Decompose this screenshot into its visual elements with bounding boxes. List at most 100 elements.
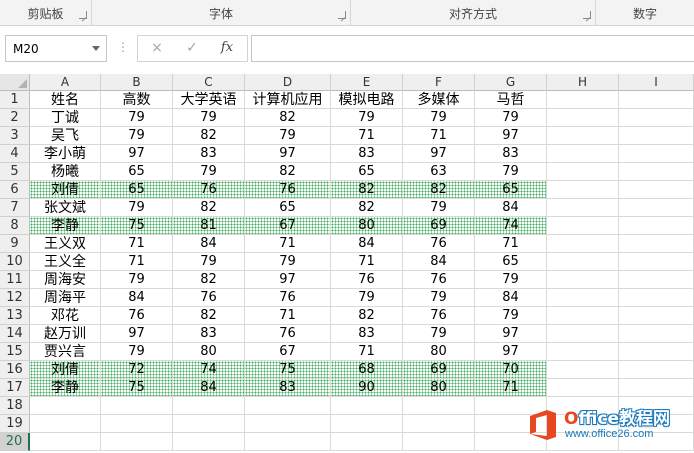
score-cell[interactable]: 83 <box>173 145 245 163</box>
empty-cell[interactable] <box>547 271 619 289</box>
column-header-h[interactable]: H <box>547 74 619 91</box>
score-cell[interactable]: 69 <box>403 217 475 235</box>
score-cell[interactable]: 65 <box>475 181 547 199</box>
score-cell[interactable]: 82 <box>403 181 475 199</box>
score-cell[interactable]: 63 <box>403 163 475 181</box>
name-cell[interactable]: 刘倩 <box>30 181 101 199</box>
empty-cell[interactable] <box>547 145 619 163</box>
column-title-cell[interactable]: 计算机应用 <box>245 91 331 109</box>
empty-cell[interactable] <box>173 415 245 433</box>
score-cell[interactable]: 67 <box>245 217 331 235</box>
empty-cell[interactable] <box>173 397 245 415</box>
name-cell[interactable]: 赵万训 <box>30 325 101 343</box>
empty-cell[interactable] <box>547 127 619 145</box>
score-cell[interactable]: 79 <box>101 109 173 127</box>
score-cell[interactable]: 82 <box>173 127 245 145</box>
empty-cell[interactable] <box>547 253 619 271</box>
score-cell[interactable]: 79 <box>403 199 475 217</box>
score-cell[interactable]: 76 <box>403 271 475 289</box>
score-cell[interactable]: 82 <box>245 109 331 127</box>
empty-cell[interactable] <box>619 361 694 379</box>
empty-cell[interactable] <box>547 109 619 127</box>
row-header-17[interactable]: 17 <box>0 379 30 397</box>
empty-cell[interactable] <box>619 343 694 361</box>
score-cell[interactable]: 76 <box>101 307 173 325</box>
chevron-down-icon[interactable] <box>92 46 100 51</box>
score-cell[interactable]: 71 <box>101 235 173 253</box>
empty-cell[interactable] <box>619 163 694 181</box>
score-cell[interactable]: 79 <box>475 163 547 181</box>
row-header-19[interactable]: 19 <box>0 415 30 433</box>
score-cell[interactable]: 71 <box>245 235 331 253</box>
name-cell[interactable]: 周海平 <box>30 289 101 307</box>
column-header-i[interactable]: I <box>619 74 694 91</box>
empty-cell[interactable] <box>331 433 403 451</box>
score-cell[interactable]: 83 <box>331 325 403 343</box>
row-header-1[interactable]: 1 <box>0 91 30 109</box>
row-header-14[interactable]: 14 <box>0 325 30 343</box>
empty-cell[interactable] <box>619 379 694 397</box>
score-cell[interactable]: 65 <box>101 181 173 199</box>
row-header-5[interactable]: 5 <box>0 163 30 181</box>
empty-cell[interactable] <box>30 415 101 433</box>
name-box[interactable]: M20 <box>5 35 107 62</box>
score-cell[interactable]: 82 <box>331 199 403 217</box>
clipboard-dialog-launcher-icon[interactable] <box>79 11 87 19</box>
score-cell[interactable]: 76 <box>245 181 331 199</box>
empty-cell[interactable] <box>547 163 619 181</box>
score-cell[interactable]: 80 <box>331 217 403 235</box>
score-cell[interactable]: 79 <box>173 163 245 181</box>
score-cell[interactable]: 65 <box>331 163 403 181</box>
score-cell[interactable]: 80 <box>173 343 245 361</box>
score-cell[interactable]: 79 <box>101 127 173 145</box>
row-header-10[interactable]: 10 <box>0 253 30 271</box>
score-cell[interactable]: 79 <box>173 253 245 271</box>
score-cell[interactable]: 97 <box>245 145 331 163</box>
score-cell[interactable]: 76 <box>331 271 403 289</box>
empty-cell[interactable] <box>403 397 475 415</box>
more-options-icon[interactable]: ⋮ <box>117 40 129 54</box>
name-cell[interactable]: 杨曦 <box>30 163 101 181</box>
score-cell[interactable]: 71 <box>101 253 173 271</box>
score-cell[interactable]: 79 <box>245 127 331 145</box>
score-cell[interactable]: 81 <box>173 217 245 235</box>
row-header-9[interactable]: 9 <box>0 235 30 253</box>
score-cell[interactable]: 76 <box>245 325 331 343</box>
empty-cell[interactable] <box>403 433 475 451</box>
empty-cell[interactable] <box>619 235 694 253</box>
empty-cell[interactable] <box>547 343 619 361</box>
score-cell[interactable]: 65 <box>475 253 547 271</box>
empty-cell[interactable] <box>619 127 694 145</box>
score-cell[interactable]: 97 <box>475 127 547 145</box>
empty-cell[interactable] <box>619 91 694 109</box>
empty-cell[interactable] <box>547 235 619 253</box>
name-cell[interactable]: 王义双 <box>30 235 101 253</box>
name-cell[interactable]: 李静 <box>30 217 101 235</box>
score-cell[interactable]: 84 <box>403 253 475 271</box>
score-cell[interactable]: 72 <box>101 361 173 379</box>
score-cell[interactable]: 80 <box>403 379 475 397</box>
score-cell[interactable]: 67 <box>245 343 331 361</box>
row-header-7[interactable]: 7 <box>0 199 30 217</box>
score-cell[interactable]: 76 <box>173 181 245 199</box>
score-cell[interactable]: 74 <box>475 217 547 235</box>
row-header-8[interactable]: 8 <box>0 217 30 235</box>
empty-cell[interactable] <box>619 253 694 271</box>
score-cell[interactable]: 71 <box>331 253 403 271</box>
score-cell[interactable]: 82 <box>173 307 245 325</box>
empty-cell[interactable] <box>547 289 619 307</box>
name-cell[interactable]: 丁诚 <box>30 109 101 127</box>
empty-cell[interactable] <box>619 271 694 289</box>
score-cell[interactable]: 75 <box>245 361 331 379</box>
row-header-13[interactable]: 13 <box>0 307 30 325</box>
score-cell[interactable]: 79 <box>331 109 403 127</box>
score-cell[interactable]: 79 <box>403 289 475 307</box>
column-header-a[interactable]: A <box>30 74 101 91</box>
cancel-icon[interactable]: × <box>144 40 170 58</box>
row-header-11[interactable]: 11 <box>0 271 30 289</box>
score-cell[interactable]: 79 <box>331 289 403 307</box>
score-cell[interactable]: 79 <box>475 109 547 127</box>
row-header-4[interactable]: 4 <box>0 145 30 163</box>
empty-cell[interactable] <box>245 433 331 451</box>
formula-input[interactable] <box>251 35 694 62</box>
